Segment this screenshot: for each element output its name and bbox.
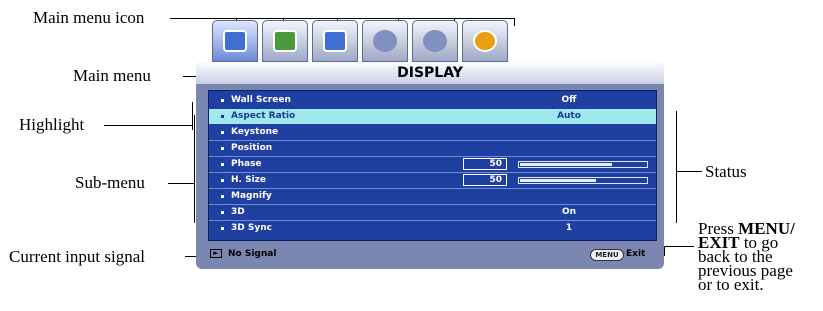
display-menu-window: DISPLAY Wall Screen Off Aspect Ratio Aut… bbox=[196, 62, 664, 269]
menu-item-label: Wall Screen bbox=[231, 95, 291, 105]
bullet-icon bbox=[221, 195, 224, 198]
press-line5: or to exit. bbox=[698, 275, 764, 294]
menu-item-wall-screen[interactable]: Wall Screen Off bbox=[209, 93, 656, 108]
system-setup-basic-icon bbox=[373, 30, 397, 52]
bullet-icon bbox=[221, 227, 224, 230]
leader-sub-menu-bracket bbox=[194, 115, 195, 223]
display-icon bbox=[223, 30, 247, 52]
leader-highlight-bracket bbox=[192, 102, 193, 130]
current-input-signal: No Signal bbox=[228, 249, 277, 259]
tab-picture[interactable] bbox=[262, 20, 308, 62]
menu-item-phase[interactable]: Phase 50 bbox=[209, 157, 656, 172]
menu-item-label: 3D bbox=[231, 207, 245, 217]
h-size-slider-fill bbox=[520, 179, 596, 182]
leader-highlight bbox=[104, 125, 192, 126]
menu-item-label: Phase bbox=[231, 159, 262, 169]
menu-item-label: Magnify bbox=[231, 191, 272, 201]
bullet-icon bbox=[221, 131, 224, 134]
main-menu-icon-label: Main menu icon bbox=[33, 8, 145, 27]
phase-slider[interactable] bbox=[518, 161, 648, 168]
press-menu-exit-note: Press MENU/ EXIT to go back to the previ… bbox=[698, 220, 795, 294]
menu-item-status: 1 bbox=[565, 223, 573, 233]
menu-item-keystone[interactable]: Keystone bbox=[209, 125, 656, 140]
tab-system-setup-advanced[interactable] bbox=[412, 20, 458, 62]
bullet-icon bbox=[221, 115, 224, 118]
menu-status-bar: ► No Signal MENU Exit bbox=[208, 246, 655, 262]
menu-item-h-size[interactable]: H. Size 50 bbox=[209, 173, 656, 188]
menu-item-position[interactable]: Position bbox=[209, 141, 656, 156]
input-source-icon: ► bbox=[210, 249, 222, 258]
h-size-value-box: 50 bbox=[463, 174, 507, 186]
system-setup-advanced-icon bbox=[423, 30, 447, 52]
tab-display[interactable] bbox=[212, 20, 258, 62]
leader-sub-menu bbox=[168, 183, 194, 184]
menu-item-aspect-ratio[interactable]: Aspect Ratio Auto bbox=[209, 109, 656, 124]
picture-icon bbox=[273, 30, 297, 52]
bullet-icon bbox=[221, 163, 224, 166]
menu-title-bar: DISPLAY bbox=[196, 62, 664, 84]
menu-title: DISPLAY bbox=[397, 65, 463, 81]
bullet-icon bbox=[221, 147, 224, 150]
leader-tab-tick-6 bbox=[514, 18, 515, 26]
leader-status-bracket bbox=[676, 111, 677, 223]
menu-key-icon: MENU bbox=[590, 249, 624, 261]
source-icon bbox=[323, 30, 347, 52]
tab-source[interactable] bbox=[312, 20, 358, 62]
status-label: Status bbox=[705, 162, 747, 181]
leader-press-exit bbox=[664, 246, 694, 247]
main-menu-label: Main menu bbox=[73, 66, 151, 85]
h-size-slider[interactable] bbox=[518, 177, 648, 184]
menu-item-status: On bbox=[561, 207, 577, 217]
bullet-icon bbox=[221, 211, 224, 214]
menu-item-label: Keystone bbox=[231, 127, 279, 137]
leader-main-menu-icon bbox=[170, 18, 515, 19]
highlight-label: Highlight bbox=[19, 115, 85, 134]
current-input-signal-label: Current input signal bbox=[9, 247, 145, 266]
leader-status bbox=[676, 171, 702, 172]
menu-item-label: Aspect Ratio bbox=[231, 111, 296, 121]
bullet-icon bbox=[221, 179, 224, 182]
phase-value-box: 50 bbox=[463, 158, 507, 170]
exit-label[interactable]: Exit bbox=[626, 246, 645, 262]
tab-information[interactable] bbox=[462, 20, 508, 62]
menu-item-3d-sync[interactable]: 3D Sync 1 bbox=[209, 221, 656, 236]
menu-item-status: Off bbox=[561, 95, 577, 105]
tab-system-setup-basic[interactable] bbox=[362, 20, 408, 62]
leader-press-exit-vertical bbox=[664, 246, 665, 256]
menu-item-status: Auto bbox=[557, 111, 581, 121]
menu-item-magnify[interactable]: Magnify bbox=[209, 189, 656, 204]
sub-menu-label: Sub-menu bbox=[75, 173, 145, 192]
phase-slider-fill bbox=[520, 163, 612, 166]
menu-item-3d[interactable]: 3D On bbox=[209, 205, 656, 220]
information-icon bbox=[473, 30, 497, 52]
menu-item-label: H. Size bbox=[231, 175, 266, 185]
sub-menu-list: Wall Screen Off Aspect Ratio Auto Keysto… bbox=[208, 90, 657, 241]
menu-item-label: Position bbox=[231, 143, 273, 153]
menu-item-label: 3D Sync bbox=[231, 223, 272, 233]
bullet-icon bbox=[221, 99, 224, 102]
